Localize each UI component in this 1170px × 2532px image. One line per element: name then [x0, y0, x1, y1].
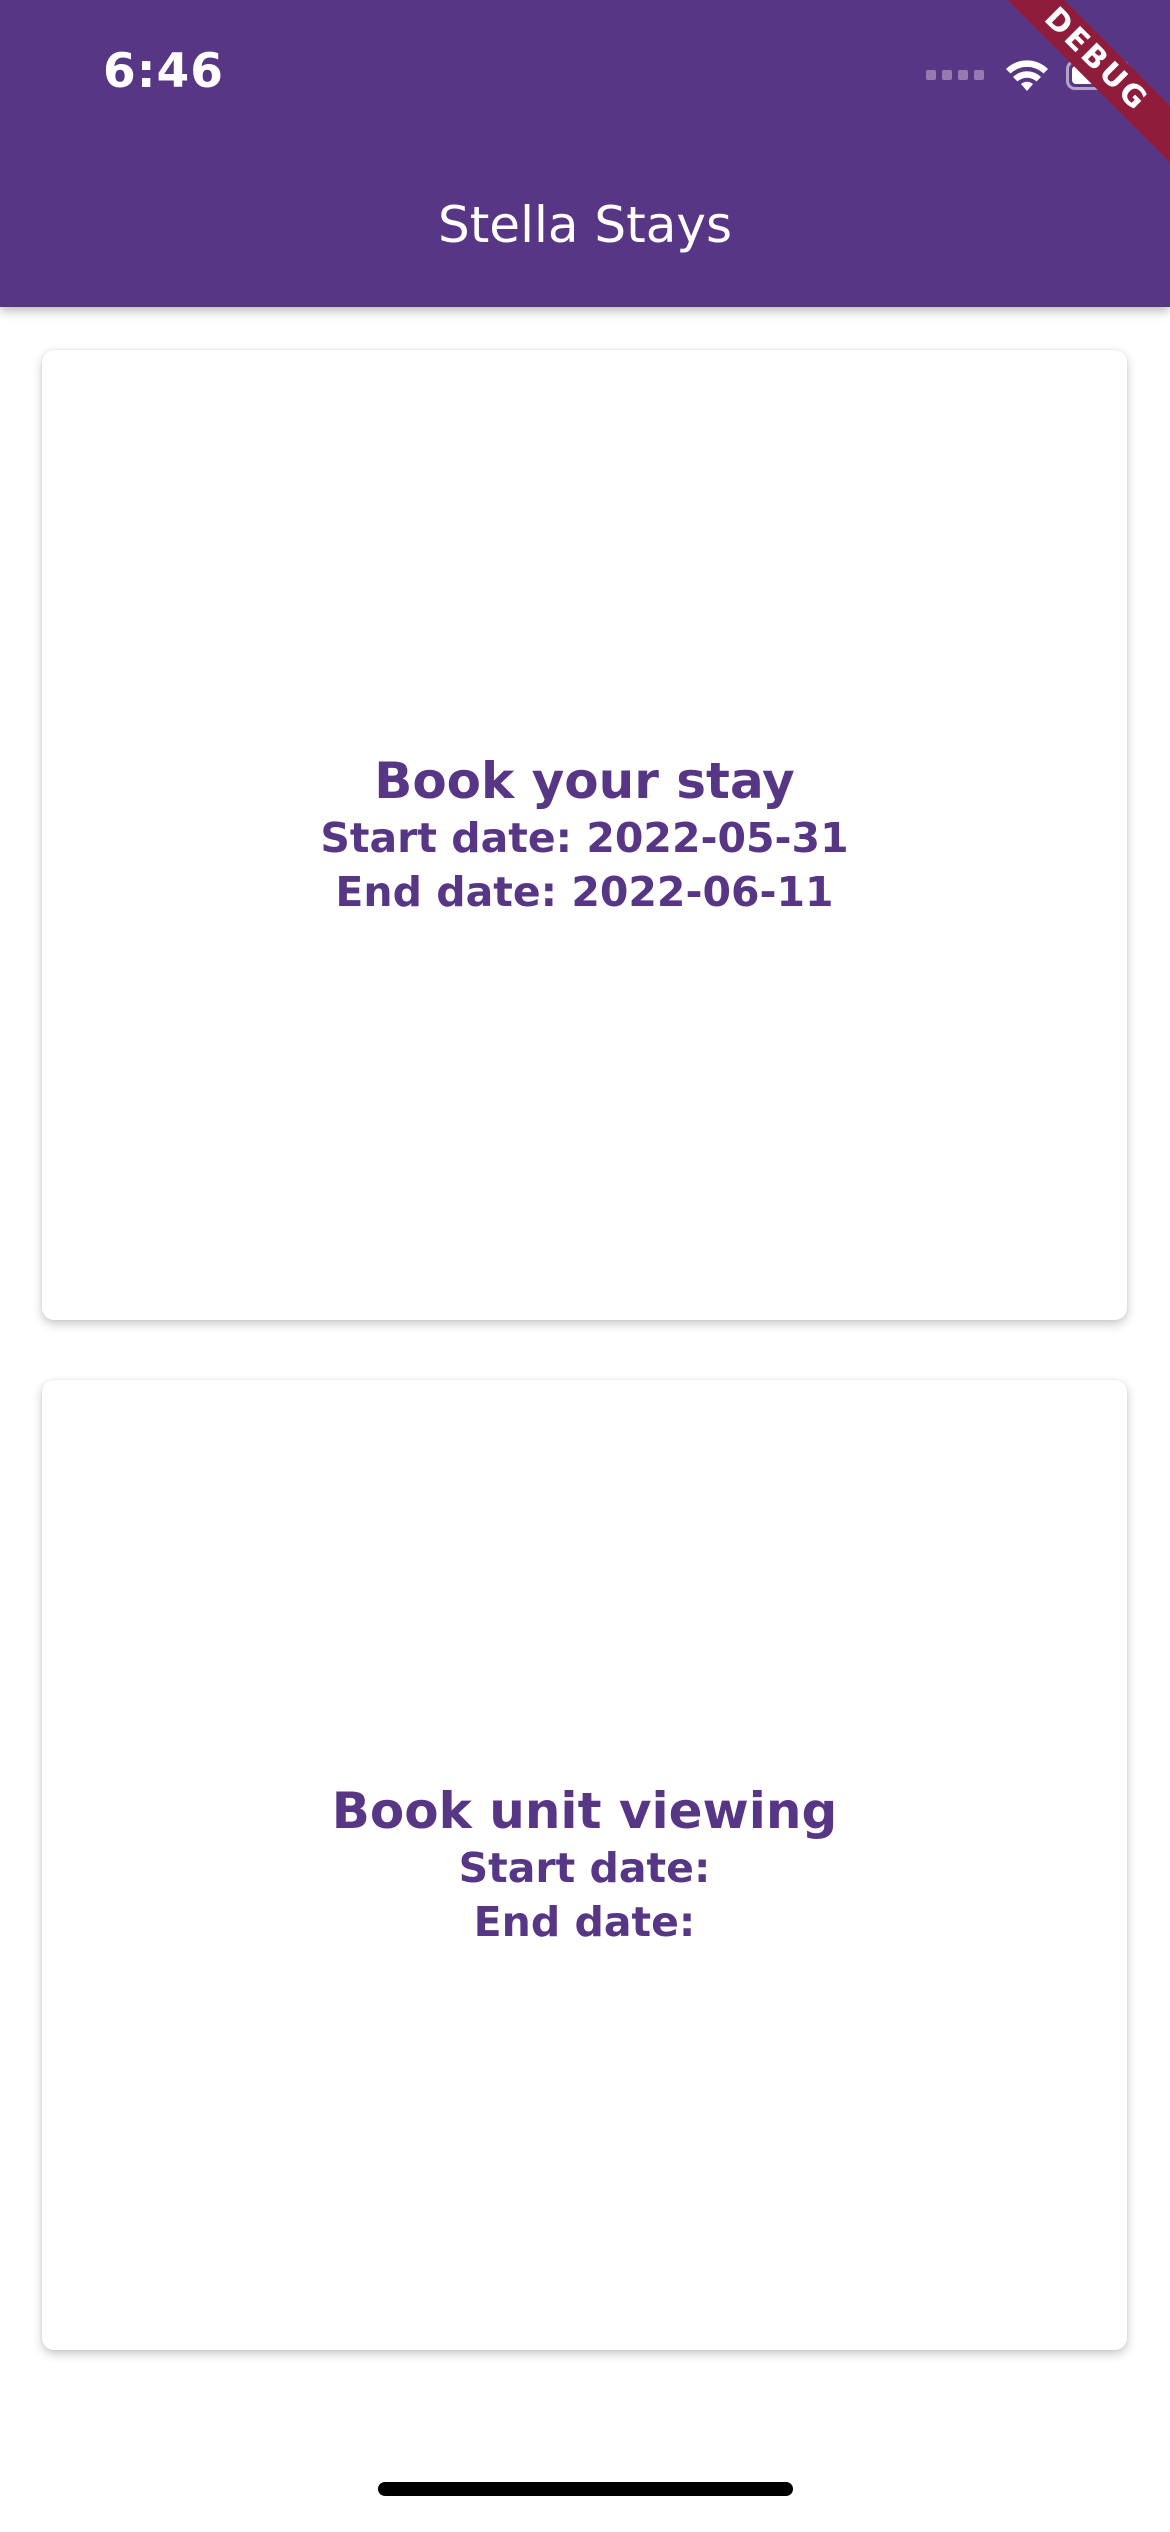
end-date-line: End date: 2022-06-11 [335, 865, 833, 919]
home-indicator[interactable] [378, 2482, 793, 2496]
start-date-line: Start date: 2022-05-31 [320, 811, 848, 865]
app-screen: 6:46 Stella Stays DEBUG Book your stay S… [0, 0, 1170, 2532]
end-date-label: End date: [335, 868, 558, 916]
start-date-value: 2022-05-31 [586, 814, 849, 862]
book-stay-card[interactable]: Book your stay Start date: 2022-05-31 En… [42, 350, 1127, 1320]
start-date-label: Start date: [458, 1844, 711, 1892]
end-date-label: End date: [473, 1898, 696, 1946]
debug-ribbon-label: DEBUG [990, 0, 1170, 167]
app-title: Stella Stays [437, 196, 733, 254]
card-title: Book unit viewing [331, 1782, 838, 1840]
book-viewing-card[interactable]: Book unit viewing Start date: End date: [42, 1380, 1127, 2350]
end-date-line: End date: [474, 1895, 696, 1949]
cellular-signal-icon [926, 70, 984, 80]
debug-banner: DEBUG [990, 0, 1170, 180]
end-date-value: 2022-06-11 [571, 868, 834, 916]
start-date-line: Start date: [459, 1841, 711, 1895]
start-date-label: Start date: [320, 814, 573, 862]
card-title: Book your stay [374, 752, 795, 810]
status-time: 6:46 [103, 44, 224, 99]
